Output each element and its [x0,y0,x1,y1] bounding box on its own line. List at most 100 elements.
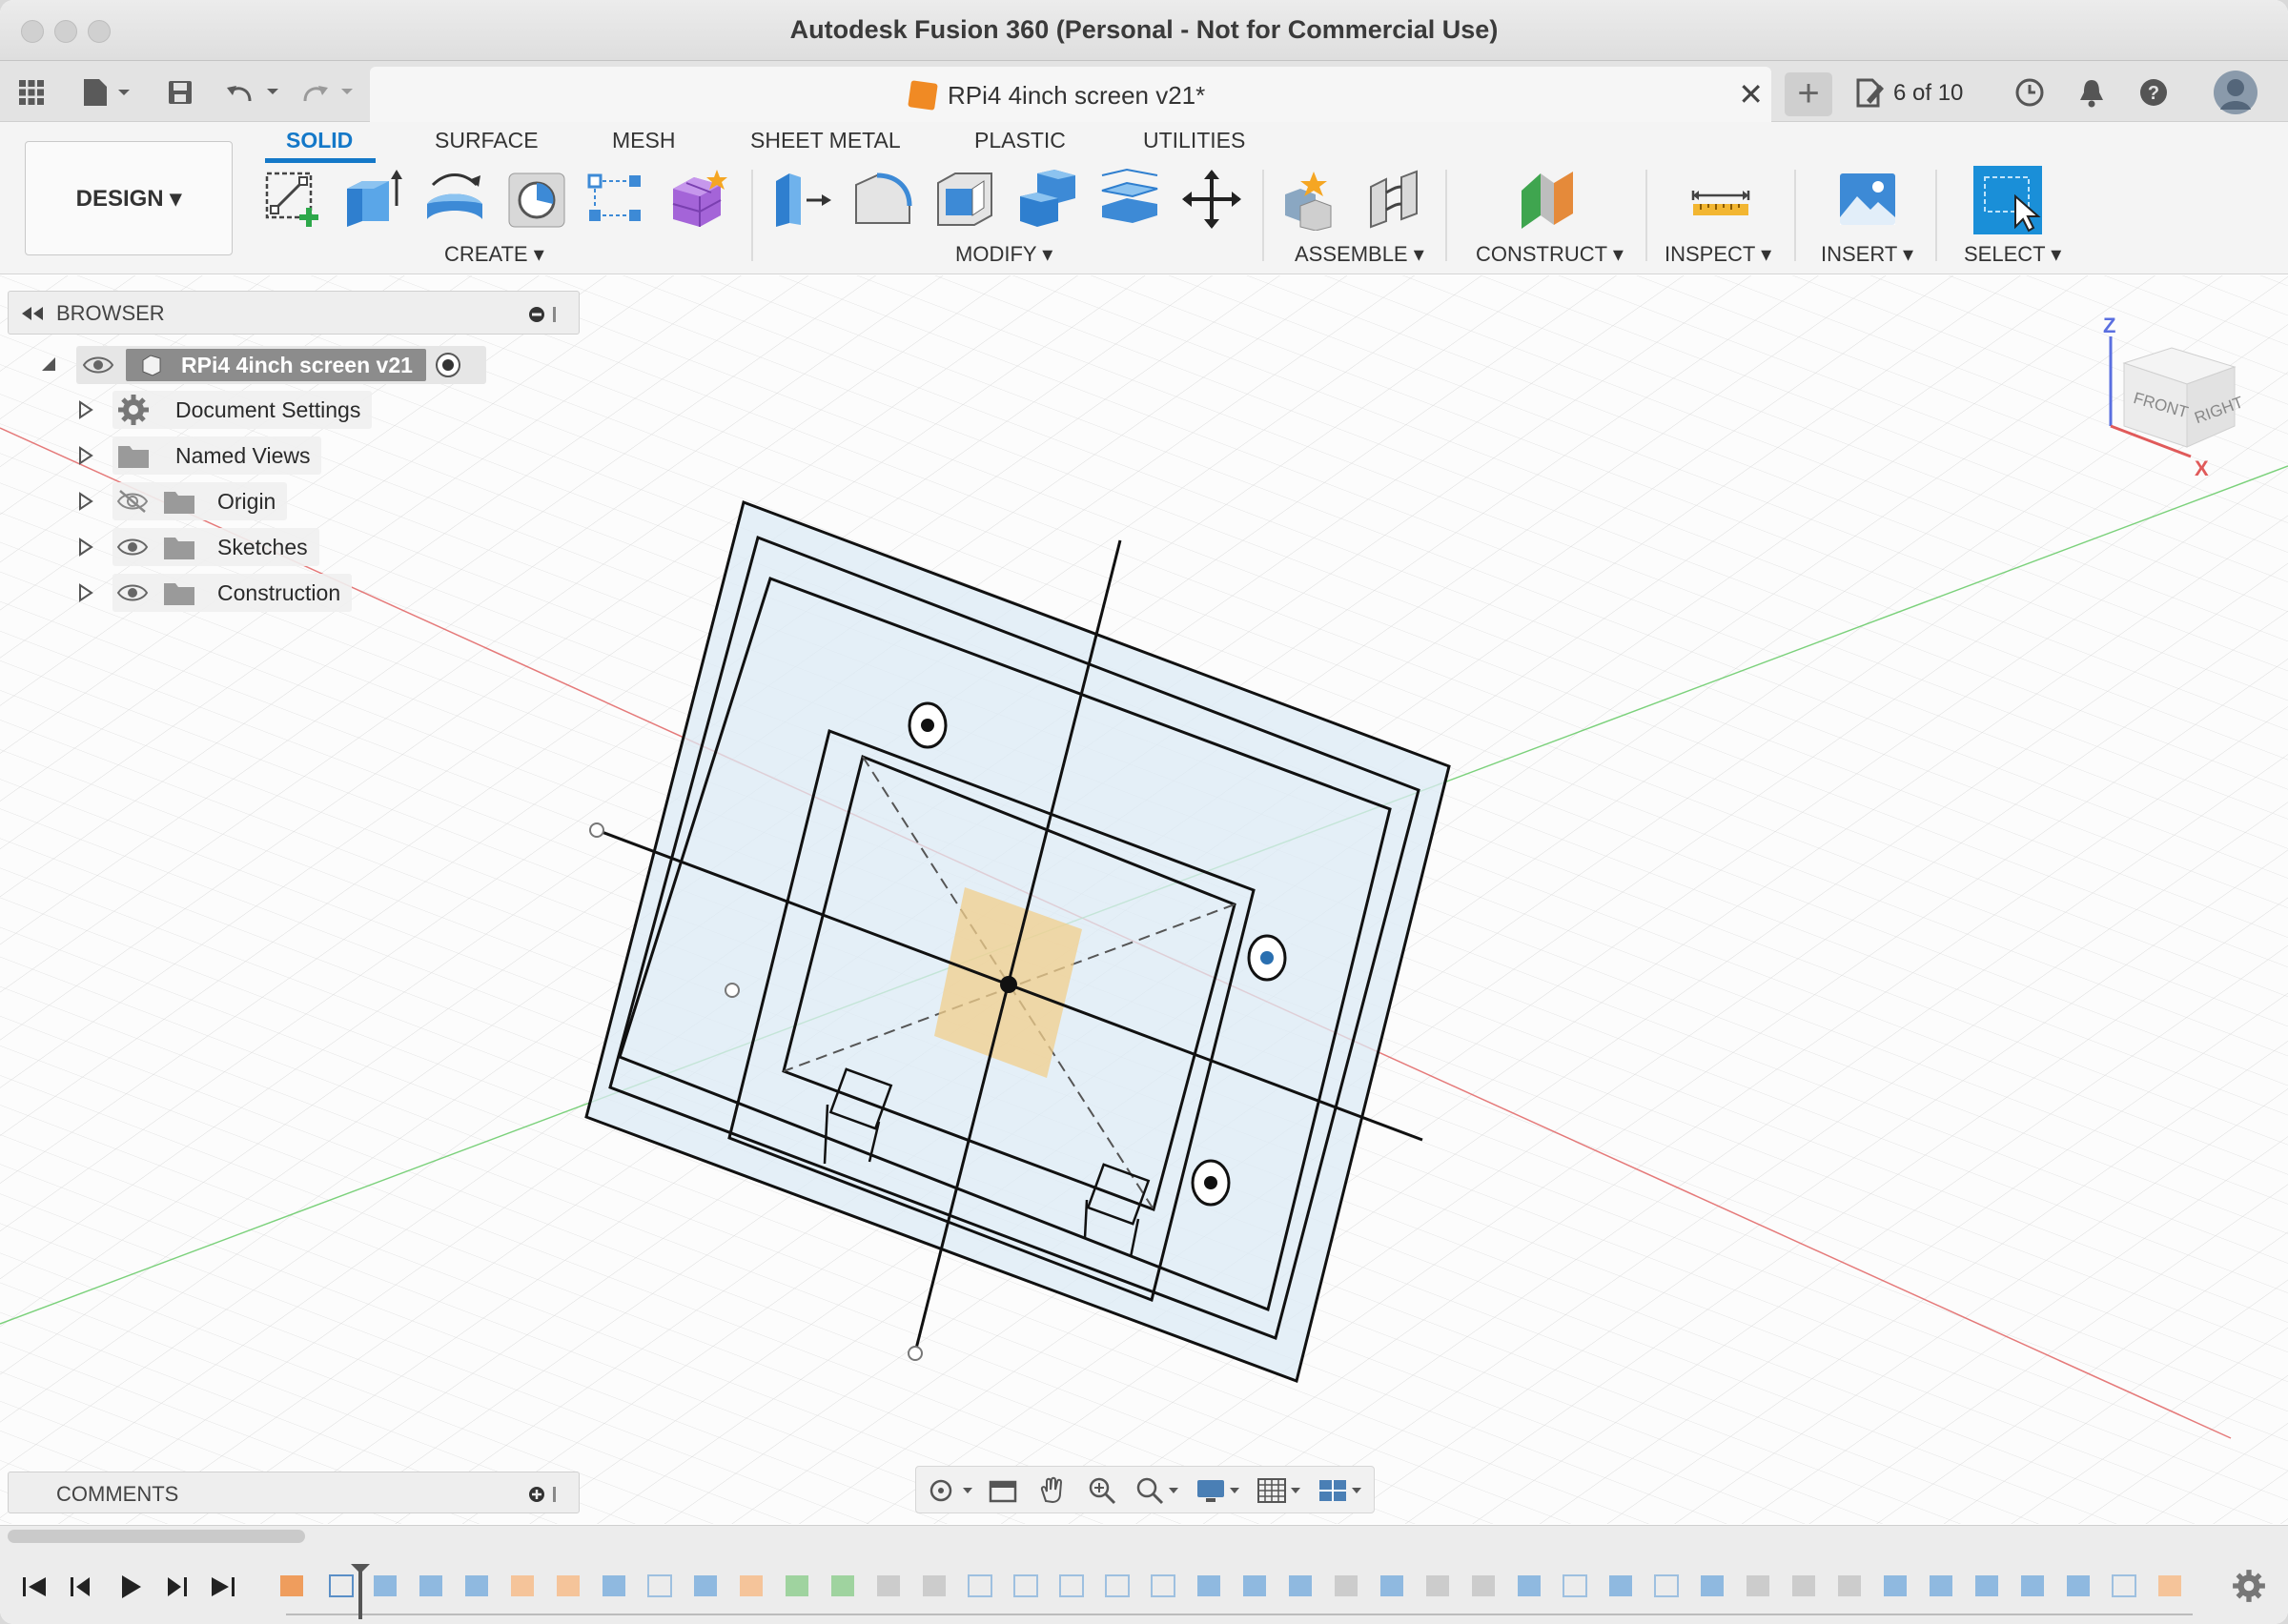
construct-menu[interactable]: CONSTRUCT ▾ [1476,242,1624,267]
viewports-icon[interactable] [1317,1476,1349,1505]
browser-item-document-settings[interactable]: Document Settings [112,391,373,429]
ribbon: DESIGN ▾ SOLID SURFACE MESH SHEET METAL … [0,122,2288,274]
pattern-icon[interactable] [585,168,648,231]
create-form-icon[interactable] [667,168,730,231]
browser-item-label: Origin [217,488,276,514]
tab-surface[interactable]: SURFACE [435,128,539,153]
close-tab-icon[interactable]: ✕ [1738,76,1764,112]
fillet-icon[interactable] [852,168,915,231]
create-sketch-icon[interactable] [261,168,324,231]
assemble-menu[interactable]: ASSEMBLE ▾ [1295,242,1424,267]
add-comment-icon[interactable] [527,1485,565,1504]
timeline-features[interactable] [276,1564,2193,1621]
timeline-feature-icons[interactable] [280,1574,2181,1597]
replace-face-icon[interactable] [1098,168,1161,231]
design-canvas[interactable]: Z X FRONT RIGHT [0,275,2288,1524]
go-to-start-icon[interactable] [17,1570,51,1604]
new-component-icon[interactable] [1281,168,1344,231]
viewcube[interactable]: Z X FRONT RIGHT [2078,314,2250,485]
comments-panel-header[interactable]: COMMENTS [8,1472,580,1513]
inspect-menu[interactable]: INSPECT ▾ [1665,242,1771,267]
job-status-label: 6 of 10 [1893,80,1964,106]
grid-snaps-icon[interactable] [1256,1476,1288,1505]
combine-icon[interactable] [1016,168,1079,231]
tab-solid[interactable]: SOLID [286,128,353,153]
select-menu[interactable]: SELECT ▾ [1964,242,2061,267]
orbit-icon[interactable] [926,1476,958,1505]
job-status[interactable]: 6 of 10 [1853,74,1963,112]
go-to-end-icon[interactable] [206,1570,240,1604]
notifications-bell-icon[interactable] [2074,74,2110,111]
revolve-icon[interactable] [423,168,486,231]
tab-sheet-metal[interactable]: SHEET METAL [750,128,901,153]
expand-triangle-icon[interactable] [76,446,95,465]
ribbon-divider [1645,170,1647,261]
collapse-triangle-icon[interactable] [40,355,59,375]
save-icon[interactable] [162,74,198,111]
viewports-dropdown-icon[interactable] [1349,1476,1364,1505]
expand-triangle-icon[interactable] [76,492,95,511]
joint-icon[interactable] [1363,168,1426,231]
modify-menu[interactable]: MODIFY ▾ [955,242,1052,267]
expand-triangle-icon[interactable] [76,400,95,419]
create-menu[interactable]: CREATE ▾ [444,242,544,267]
expand-triangle-icon[interactable] [76,538,95,557]
browser-item-sketches[interactable]: Sketches [112,528,319,566]
move-icon[interactable] [1180,168,1243,231]
document-tab[interactable]: RPi4 4inch screen v21* ✕ [370,67,1771,122]
insert-image-icon[interactable] [1836,168,1899,231]
new-tab-button[interactable]: + [1785,72,1832,116]
fit-zoom-icon[interactable] [1134,1476,1166,1505]
redo-icon[interactable] [299,74,357,111]
timeline-settings-gear-icon[interactable] [2231,1568,2267,1604]
app-toolbar: RPi4 4inch screen v21* ✕ + 6 of 10 ? [0,61,2288,122]
timeline-scrollbar[interactable] [8,1530,305,1543]
browser-panel-controls[interactable] [527,305,565,324]
fusion-window: Autodesk Fusion 360 (Personal - Not for … [0,0,2288,1624]
hole-icon[interactable] [505,168,568,231]
shell-icon[interactable] [934,168,997,231]
eye-icon[interactable] [116,580,149,605]
pan-hand-icon[interactable] [1036,1476,1069,1505]
step-forward-icon[interactable] [158,1570,193,1604]
activate-radio-icon[interactable] [434,351,462,379]
grid-dropdown-icon[interactable] [1288,1476,1303,1505]
help-icon[interactable]: ? [2135,74,2172,111]
extrude-icon[interactable] [341,168,404,231]
display-dropdown-icon[interactable] [1227,1476,1242,1505]
eye-hidden-icon[interactable] [116,489,149,514]
undo-icon[interactable] [225,74,282,111]
step-back-icon[interactable] [65,1570,99,1604]
construct-plane-icon[interactable] [1516,168,1579,231]
insert-menu[interactable]: INSERT ▾ [1821,242,1913,267]
file-menu-icon[interactable] [78,74,135,111]
select-tool-icon[interactable] [1971,164,2044,236]
look-at-icon[interactable] [987,1476,1019,1505]
viewcube-z-label: Z [2103,314,2115,337]
tab-utilities[interactable]: UTILITIES [1143,128,1245,153]
measure-icon[interactable] [1689,168,1752,231]
orbit-dropdown-icon[interactable] [960,1476,975,1505]
eye-icon[interactable] [116,535,149,559]
tab-mesh[interactable]: MESH [612,128,675,153]
workspace-switcher[interactable]: DESIGN ▾ [25,141,233,255]
press-pull-icon[interactable] [770,168,833,231]
zoom-icon[interactable] [1086,1476,1118,1505]
zoom-dropdown-icon[interactable] [1166,1476,1181,1505]
tab-plastic[interactable]: PLASTIC [974,128,1066,153]
browser-item-construction[interactable]: Construction [112,574,353,612]
user-avatar[interactable] [2212,69,2259,116]
display-settings-icon[interactable] [1195,1476,1227,1505]
browser-item-named-views[interactable]: Named Views [112,436,322,475]
browser-root-item[interactable]: RPi4 4inch screen v21 [76,346,486,384]
collapse-browser-icon[interactable] [20,305,45,322]
browser-item-origin[interactable]: Origin [112,482,288,520]
history-clock-icon[interactable] [2012,74,2048,111]
play-icon[interactable] [112,1570,147,1604]
browser-panel-header[interactable]: BROWSER [8,291,580,335]
expand-triangle-icon[interactable] [76,583,95,602]
eye-icon[interactable] [82,353,114,377]
data-panel-grid-icon[interactable] [13,74,50,111]
svg-text:?: ? [2148,83,2159,104]
browser-root-row[interactable] [40,346,59,384]
